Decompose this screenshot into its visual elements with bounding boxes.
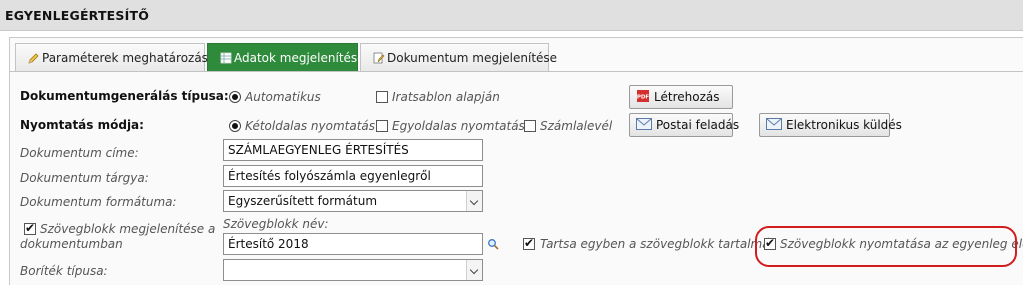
checkbox-template-based[interactable] [376, 91, 388, 103]
show-textblock-label-line1: Szövegblokk megjelenítése a [40, 222, 216, 236]
tab-document-display-label: Dokumentum megjelenítése [387, 50, 558, 65]
create-button[interactable]: PDF Létrehozás [629, 85, 733, 109]
document-pencil-icon [373, 52, 385, 64]
keep-together-label: Tartsa egyben a szövegblokk tartalmát [540, 237, 775, 251]
pdf-icon: PDF [636, 89, 650, 106]
radio-dot [232, 123, 238, 129]
highlight-annotation [755, 226, 1017, 267]
checkmark-icon: ✔ [524, 236, 535, 250]
envelope-type-label: Boríték típusa: [20, 264, 108, 278]
table-icon [220, 52, 232, 64]
radio-automatic[interactable] [229, 91, 241, 103]
tab-parameters-label: Paraméterek meghatározása [42, 50, 216, 65]
checkbox-show-textblock[interactable]: ✔ [24, 221, 36, 235]
textblock-name-input[interactable]: Értesítő 2018 [223, 233, 483, 255]
chevron-down-icon [466, 191, 482, 211]
doc-format-label: Dokumentum formátuma: [20, 195, 177, 209]
radio-dot [232, 94, 238, 100]
doc-title-label: Dokumentum címe: [20, 146, 139, 160]
title-bar: EGYENLEGÉRTESÍTŐ [0, 0, 1023, 31]
envelope-icon [636, 117, 652, 133]
show-textblock-label-line2: dokumentumban [20, 237, 123, 251]
tab-data-display[interactable]: Adatok megjelenítése [207, 43, 365, 71]
checkbox-simplex[interactable] [376, 120, 388, 132]
radio-duplex[interactable] [229, 120, 241, 132]
checkbox-keep-together[interactable]: ✔ [523, 236, 535, 250]
page-title: EGYENLEGÉRTESÍTŐ [5, 8, 150, 23]
tab-divider [10, 71, 1023, 72]
doc-format-value: Egyszerűsített formátum [228, 194, 378, 208]
tab-document-display[interactable]: Dokumentum megjelenítése [360, 43, 557, 71]
tab-parameters[interactable]: Paraméterek meghatározása [15, 43, 215, 71]
checkbox-invoice-letter[interactable] [524, 120, 536, 132]
search-icon[interactable] [487, 238, 499, 250]
doc-type-label: Dokumentumgenerálás típusa: [20, 89, 229, 103]
electronic-send-button[interactable]: Elektronikus küldés [759, 113, 902, 137]
textblock-name-label: Szövegblokk név: [223, 217, 329, 231]
doc-title-input[interactable]: SZÁMLAEGYENLEG ÉRTESÍTÉS [223, 139, 483, 161]
checkmark-icon: ✔ [25, 221, 36, 235]
doc-subject-input[interactable]: Értesítés folyószámla egyenlegről [223, 165, 483, 187]
checkbox-invoice-letter-label: Számlalevél [540, 119, 613, 133]
doc-format-select[interactable]: Egyszerűsített formátum [223, 190, 483, 212]
envelope-type-select[interactable] [223, 259, 483, 281]
electronic-send-button-label: Elektronikus küldés [786, 118, 902, 132]
pencil-icon [28, 52, 40, 64]
checkbox-simplex-label: Egyoldalas nyomtatás [392, 119, 525, 133]
radio-duplex-label: Kétoldalas nyomtatás [245, 119, 376, 133]
envelope-icon [766, 117, 782, 133]
postal-send-button-label: Postai feladás [656, 118, 740, 132]
radio-automatic-label: Automatikus [245, 90, 321, 104]
print-mode-label: Nyomtatás módja: [20, 118, 144, 132]
postal-send-button[interactable]: Postai feladás [629, 113, 739, 137]
create-button-label: Létrehozás [654, 90, 720, 104]
doc-subject-label: Dokumentum tárgya: [20, 171, 149, 185]
tab-data-display-label: Adatok megjelenítése [234, 50, 365, 65]
checkbox-template-based-label: Iratsablon alapján [392, 90, 500, 104]
chevron-down-icon [466, 260, 482, 280]
svg-text:PDF: PDF [637, 94, 650, 100]
